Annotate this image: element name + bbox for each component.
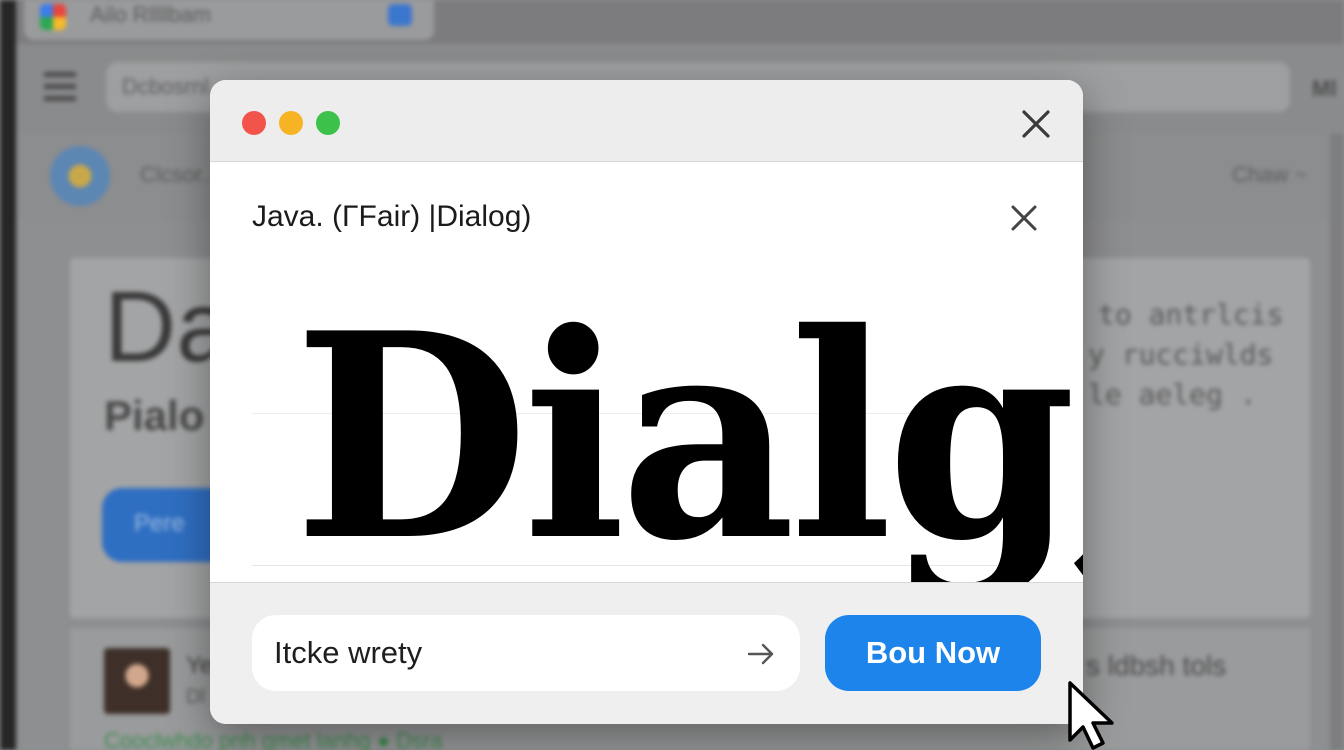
dialog-titlebar[interactable] xyxy=(210,80,1083,162)
dialog-text-input[interactable]: Itcke wrety xyxy=(252,615,800,691)
right-edge-strip xyxy=(1330,134,1344,750)
tab-title: Ailo Rllllbam xyxy=(90,2,212,27)
header-dropdown[interactable]: Chaw ~ xyxy=(1232,162,1307,188)
maximize-window-light[interactable] xyxy=(316,111,340,135)
dialog-display-text: Dialg, xyxy=(294,271,1083,603)
menu-icon[interactable] xyxy=(44,72,76,102)
toolbar-right-label[interactable]: Ml xyxy=(1312,76,1336,102)
hero-side-text-1: to antrlcis xyxy=(1098,298,1284,331)
tab-favicon-icon xyxy=(40,4,66,30)
input-value: Itcke wrety xyxy=(274,635,423,670)
hero-button-label: Pere xyxy=(134,510,185,537)
minimize-window-light[interactable] xyxy=(279,111,303,135)
buy-now-button[interactable]: Bou Now xyxy=(825,615,1041,691)
avatar[interactable] xyxy=(104,648,170,714)
feed-side-text: s ldbsh tols xyxy=(1086,650,1227,681)
browser-tab[interactable] xyxy=(24,0,434,40)
close-window-light[interactable] xyxy=(242,111,266,135)
site-logo-icon[interactable] xyxy=(50,146,110,206)
feed-author-subtitle: Dl xyxy=(186,686,205,708)
left-edge-bar xyxy=(0,0,16,750)
site-header-text: Clcsor... xyxy=(140,162,220,187)
buy-now-label: Bou Now xyxy=(865,635,1001,670)
dialog-title: Java. (ΓFair) |Dialog) xyxy=(252,200,532,233)
titlebar-close-icon[interactable] xyxy=(1016,104,1056,144)
arrow-right-icon[interactable] xyxy=(746,639,776,669)
dialog-footer: Itcke wrety Bou Now xyxy=(210,582,1083,724)
arrow-cursor-icon xyxy=(1068,681,1114,750)
second-tab-favicon-icon[interactable] xyxy=(388,4,412,26)
feed-link[interactable]: Cooclwhdo pnh gmet lanhg ● Dsra xyxy=(104,728,443,750)
dialog-window: Java. (ΓFair) |Dialog) Dialg, Itcke wret… xyxy=(210,80,1083,724)
hero-side-text-2: y rucciwlds xyxy=(1088,338,1274,371)
dialog-body: Java. (ΓFair) |Dialog) Dialg, xyxy=(210,162,1083,582)
hero-subheading: Pialo xyxy=(104,392,205,439)
hero-side-text-3: le aeleg . xyxy=(1088,378,1257,411)
dialog-close-icon[interactable] xyxy=(1006,200,1042,236)
